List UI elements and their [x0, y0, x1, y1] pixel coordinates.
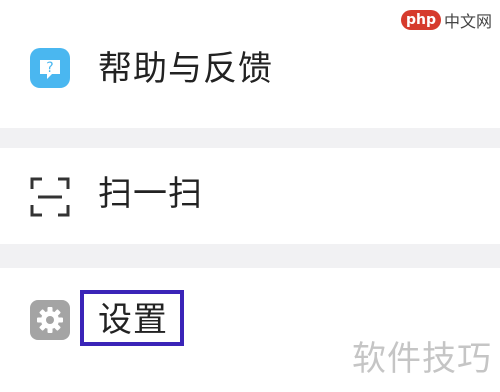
brand-logo: php [400, 10, 441, 30]
menu-item-scan[interactable]: 扫一扫 [0, 148, 500, 244]
help-feedback-icon: ? [26, 44, 74, 92]
menu-item-label: 扫一扫 [98, 174, 203, 214]
brand-text: 中文网 [443, 12, 492, 31]
watermark: 软件技巧 [352, 339, 492, 379]
site-logo: php 中文网 [400, 8, 492, 32]
menu-item-label: 帮助与反馈 [98, 49, 273, 89]
gear-icon [26, 296, 74, 344]
scan-icon [26, 173, 74, 221]
svg-text:?: ? [46, 60, 53, 76]
settings-highlight-box [80, 290, 184, 346]
